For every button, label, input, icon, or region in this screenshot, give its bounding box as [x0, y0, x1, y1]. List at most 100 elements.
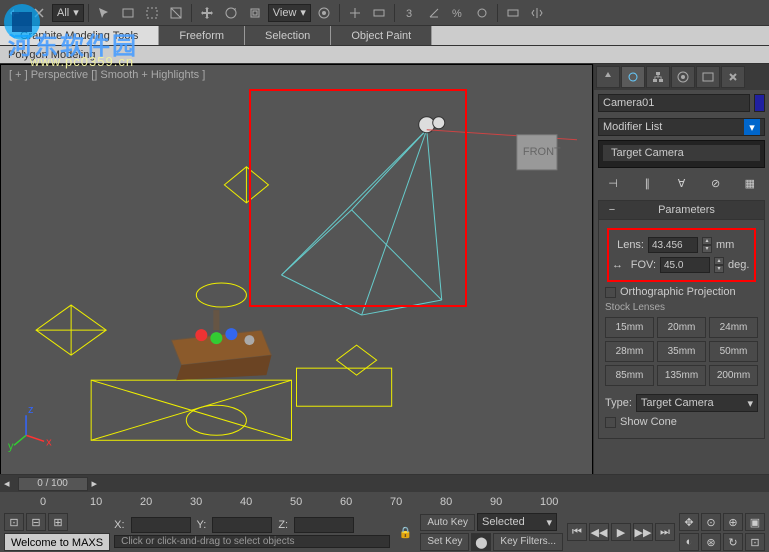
angle-snap-icon[interactable]: [423, 2, 445, 24]
viewport-label[interactable]: [ + ] Perspective [] Smooth + Highlights…: [9, 69, 205, 81]
nav-orbit-icon[interactable]: ◐: [679, 533, 699, 551]
next-frame-icon[interactable]: ▶▶: [633, 523, 653, 541]
keyboard-icon[interactable]: [368, 2, 390, 24]
track-left-icon[interactable]: ⊡: [4, 513, 24, 531]
keyfilters-button[interactable]: Key Filters...: [493, 533, 563, 551]
select-icon[interactable]: [93, 2, 115, 24]
nav-pan-icon[interactable]: ✥: [679, 513, 699, 531]
lens-preset-85mm[interactable]: 85mm: [605, 365, 654, 386]
track-right-icon[interactable]: ⊞: [48, 513, 68, 531]
create-tab-icon[interactable]: [596, 66, 620, 88]
display-tab-icon[interactable]: [696, 66, 720, 88]
tab-selection[interactable]: Selection: [245, 26, 331, 45]
make-unique-icon[interactable]: ∀: [672, 174, 690, 192]
pin-stack-icon[interactable]: ⊣: [604, 174, 622, 192]
tick-label: 20: [140, 496, 152, 508]
lens-preset-15mm[interactable]: 15mm: [605, 317, 654, 338]
time-slider-bar[interactable]: ◂ 0 / 100 ▸: [0, 474, 769, 492]
lock-icon[interactable]: 🔒: [394, 521, 416, 543]
fov-input[interactable]: [660, 257, 710, 273]
tab-object-paint[interactable]: Object Paint: [331, 26, 432, 45]
select-rect-icon[interactable]: [141, 2, 163, 24]
spinner-snap-icon[interactable]: [471, 2, 493, 24]
coord-y-input[interactable]: [212, 517, 272, 533]
nav-zoom-icon[interactable]: ⊕: [723, 513, 743, 531]
object-name-input[interactable]: [598, 94, 750, 112]
highlight-camera-box: [249, 89, 467, 307]
rollout-header[interactable]: − Parameters: [598, 200, 765, 220]
bottom-bar: ◂ 0 / 100 ▸ 0102030405060708090100 ⊡ ⊟ ⊞…: [0, 474, 769, 552]
svg-text:z: z: [28, 404, 33, 416]
percent-snap-icon[interactable]: %: [447, 2, 469, 24]
manipulate-icon[interactable]: [344, 2, 366, 24]
remove-mod-icon[interactable]: ⊘: [707, 174, 725, 192]
lens-preset-135mm[interactable]: 135mm: [657, 365, 706, 386]
track-mid-icon[interactable]: ⊟: [26, 513, 46, 531]
motion-tab-icon[interactable]: [671, 66, 695, 88]
lens-preset-28mm[interactable]: 28mm: [605, 341, 654, 362]
hierarchy-tab-icon[interactable]: [646, 66, 670, 88]
utilities-tab-icon[interactable]: [721, 66, 745, 88]
modifier-stack[interactable]: Target Camera: [598, 140, 765, 168]
object-color-swatch[interactable]: [754, 94, 765, 112]
selection-filter-dropdown[interactable]: All▾: [52, 4, 84, 22]
lens-preset-35mm[interactable]: 35mm: [657, 341, 706, 362]
fov-direction-icon[interactable]: ↔: [612, 259, 626, 271]
modify-tab-icon[interactable]: [621, 66, 645, 88]
lens-preset-50mm[interactable]: 50mm: [709, 341, 758, 362]
lens-spinner[interactable]: ▴▾: [702, 237, 712, 253]
coord-z-label: Z:: [278, 519, 288, 531]
nav-walk-icon[interactable]: ⊙: [701, 513, 721, 531]
ortho-checkbox[interactable]: Orthographic Projection: [605, 286, 758, 298]
coord-z-input[interactable]: [294, 517, 354, 533]
lens-preset-200mm[interactable]: 200mm: [709, 365, 758, 386]
svg-text:x: x: [46, 436, 52, 448]
coord-x-input[interactable]: [131, 517, 191, 533]
tick-label: 100: [540, 496, 558, 508]
camera-type-dropdown[interactable]: Target Camera▾: [636, 394, 758, 412]
key-icon[interactable]: ⬤: [471, 533, 491, 551]
modifier-list-dropdown[interactable]: Modifier List▾: [598, 118, 765, 136]
tick-label: 70: [390, 496, 402, 508]
stack-item-camera[interactable]: Target Camera: [603, 145, 760, 161]
viewport[interactable]: [ + ] Perspective [] Smooth + Highlights…: [0, 64, 593, 486]
nav-dolly-icon[interactable]: ⊛: [701, 533, 721, 551]
move-icon[interactable]: [196, 2, 218, 24]
nav-max-icon[interactable]: ⊡: [745, 533, 765, 551]
goto-end-icon[interactable]: ⏭: [655, 523, 675, 541]
select-name-icon[interactable]: [117, 2, 139, 24]
autokey-button[interactable]: Auto Key: [420, 514, 475, 531]
tab-freeform[interactable]: Freeform: [159, 26, 245, 45]
scale-icon[interactable]: [244, 2, 266, 24]
configure-icon[interactable]: ▦: [741, 174, 759, 192]
key-filter-dropdown[interactable]: Selected▾: [477, 513, 557, 531]
status-prompt: Click or click-and-drag to select object…: [114, 535, 390, 548]
mirror-icon[interactable]: [526, 2, 548, 24]
window-crossing-icon[interactable]: [165, 2, 187, 24]
time-slider[interactable]: 0 / 100: [18, 477, 88, 491]
tick-label: 80: [440, 496, 452, 508]
command-panel: Modifier List▾ Target Camera ⊣ ∥ ∀ ⊘ ▦ −…: [593, 64, 769, 486]
ref-coord-dropdown[interactable]: View▾: [268, 4, 311, 22]
nav-fov-icon[interactable]: ▣: [745, 513, 765, 531]
play-icon[interactable]: ▶: [611, 523, 631, 541]
lens-label: Lens:: [612, 239, 644, 251]
lens-preset-20mm[interactable]: 20mm: [657, 317, 706, 338]
goto-start-icon[interactable]: ⏮: [567, 523, 587, 541]
rotate-icon[interactable]: [220, 2, 242, 24]
snap-icon[interactable]: 3: [399, 2, 421, 24]
prev-frame-icon[interactable]: ◀◀: [589, 523, 609, 541]
site-logo: [2, 2, 42, 42]
named-sel-icon[interactable]: [502, 2, 524, 24]
lens-preset-24mm[interactable]: 24mm: [709, 317, 758, 338]
lens-input[interactable]: [648, 237, 698, 253]
show-cone-checkbox[interactable]: Show Cone: [605, 416, 758, 428]
svg-text:%: %: [452, 8, 462, 20]
timeline-ruler[interactable]: 0102030405060708090100: [0, 492, 769, 512]
pivot-icon[interactable]: [313, 2, 335, 24]
fov-spinner[interactable]: ▴▾: [714, 257, 724, 273]
nav-roll-icon[interactable]: ↻: [723, 533, 743, 551]
setkey-button[interactable]: Set Key: [420, 533, 469, 551]
show-result-icon[interactable]: ∥: [638, 174, 656, 192]
coord-y-label: Y:: [197, 519, 207, 531]
